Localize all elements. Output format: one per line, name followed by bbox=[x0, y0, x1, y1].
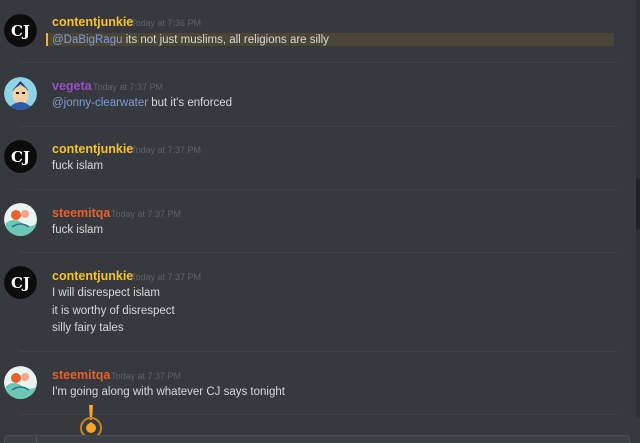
user-mention[interactable]: @DaBigRagu bbox=[52, 34, 123, 46]
message-input[interactable] bbox=[4, 435, 630, 443]
message-divider bbox=[20, 62, 618, 63]
message-divider bbox=[20, 414, 618, 415]
timestamp: Today at 7:37 PM bbox=[93, 82, 164, 92]
message-text: I will disrespect islam bbox=[52, 287, 160, 299]
message-divider bbox=[20, 351, 618, 352]
message-text: @DaBigRagu its not just muslims, all rel… bbox=[52, 34, 329, 46]
cj-logo-avatar-icon[interactable]: CJ bbox=[4, 140, 37, 173]
timestamp: Today at 7:37 PM bbox=[131, 272, 202, 282]
username[interactable]: contentjunkie bbox=[52, 269, 133, 283]
user-mention[interactable]: @jonny-clearwater bbox=[52, 97, 148, 109]
message-divider bbox=[20, 189, 618, 190]
timestamp: Today at 7:36 PM bbox=[131, 18, 202, 28]
username[interactable]: contentjunkie bbox=[52, 142, 133, 156]
message-text: @jonny-clearwater but it's enforced bbox=[52, 97, 233, 109]
input-divider bbox=[36, 437, 37, 443]
username[interactable]: vegeta bbox=[52, 79, 92, 93]
cj-logo-avatar-icon[interactable]: CJ bbox=[4, 266, 37, 299]
mention-ping-icon bbox=[80, 405, 102, 439]
timestamp: Today at 7:37 PM bbox=[111, 209, 182, 219]
vegeta-avatar-icon[interactable] bbox=[4, 77, 37, 110]
timestamp: Today at 7:37 PM bbox=[131, 145, 202, 155]
chat-messages-pane: CJ contentjunkie Today at 7:36 PM @DaBig… bbox=[0, 0, 640, 443]
username[interactable]: contentjunkie bbox=[52, 15, 133, 29]
message-divider bbox=[20, 126, 618, 127]
message-text: fuck islam bbox=[52, 224, 104, 236]
message-text: I'm going along with whatever CJ says to… bbox=[52, 386, 285, 398]
message-divider bbox=[20, 252, 618, 253]
username[interactable]: steemitqa bbox=[52, 206, 110, 220]
cj-logo-avatar-icon[interactable]: CJ bbox=[4, 14, 37, 47]
timestamp: Today at 7:37 PM bbox=[111, 371, 182, 381]
message-text: it is worthy of disrespect bbox=[52, 305, 175, 317]
username[interactable]: steemitqa bbox=[52, 368, 110, 382]
svg-text:CJ: CJ bbox=[11, 148, 30, 166]
message-text: fuck islam bbox=[52, 160, 104, 172]
scrollbar-thumb[interactable] bbox=[636, 178, 640, 230]
steemitqa-avatar-icon[interactable] bbox=[4, 203, 37, 236]
steemitqa-avatar-icon[interactable] bbox=[4, 366, 37, 399]
svg-text:CJ: CJ bbox=[11, 274, 30, 292]
message-text: silly fairy tales bbox=[52, 322, 124, 334]
svg-text:CJ: CJ bbox=[11, 22, 30, 40]
